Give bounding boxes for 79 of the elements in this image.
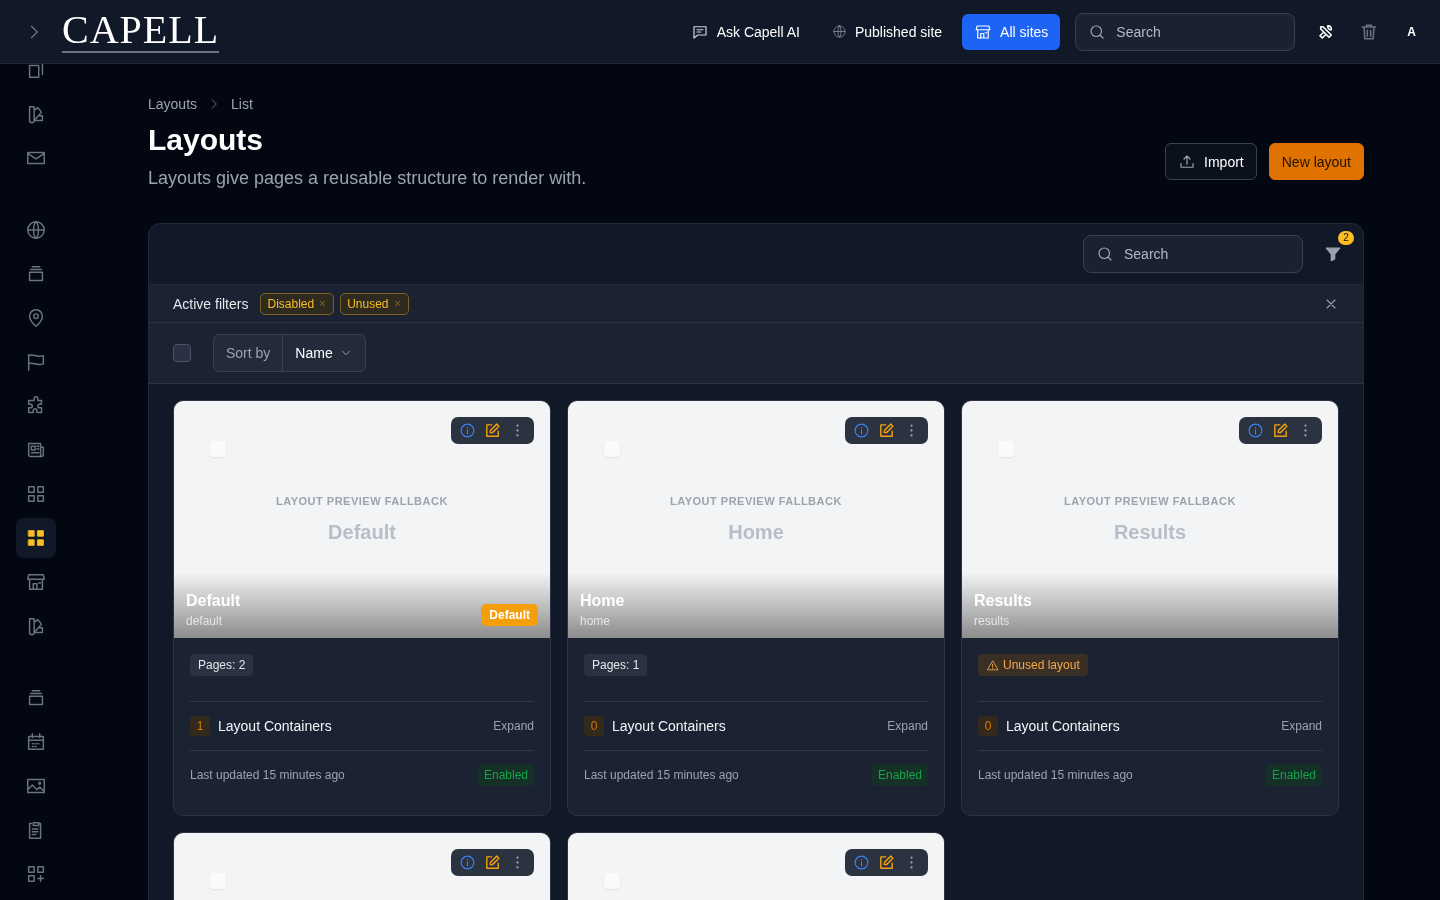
select-all-checkbox[interactable] [173, 344, 191, 362]
grid-icon [25, 483, 47, 505]
info-icon[interactable] [459, 854, 476, 871]
nav-button[interactable]: Ask Capell AI [678, 13, 812, 50]
containers-label: Layout Containers [218, 718, 332, 734]
preview-label: LAYOUT PREVIEW FALLBACK [276, 495, 448, 507]
page-subtitle: Layouts give pages a reusable structure to render with. [148, 168, 587, 189]
sort-value[interactable]: Name [283, 345, 339, 361]
info-icon[interactable] [459, 422, 476, 439]
pages-count-tag: Pages: 2 [190, 654, 254, 676]
status-badge: Enabled [871, 764, 928, 786]
pages-count-tag: Pages: 1 [584, 654, 648, 676]
active-filters-label: Active filters [173, 295, 249, 312]
preview-title: Results [1113, 521, 1187, 544]
sort-label: Sort by [214, 335, 284, 371]
filter-button[interactable]: 2 [1319, 230, 1355, 270]
search-input[interactable]: Search [1122, 241, 1290, 267]
layout-name: Default [186, 592, 242, 610]
warning-icon [986, 658, 999, 672]
sort-control[interactable]: Sort by Name [213, 334, 366, 372]
sidebar-item[interactable] [16, 518, 56, 558]
container-count-badge: 1 [190, 716, 210, 736]
last-updated-text: Last updated 15 minutes ago [584, 768, 739, 782]
edit-icon[interactable] [484, 854, 501, 871]
globe-icon [831, 24, 847, 39]
store-icon [974, 22, 993, 41]
calendar-icon [25, 731, 47, 753]
layout-name: Home [580, 592, 626, 610]
breadcrumb-link[interactable]: Layouts [148, 96, 198, 112]
last-updated-text: Last updated 15 minutes ago [978, 768, 1133, 782]
info-icon[interactable] [853, 422, 870, 439]
edit-icon[interactable] [1272, 422, 1289, 439]
search-field[interactable]: Search [1075, 12, 1296, 51]
layout-slug: results [974, 614, 1011, 628]
container-count-badge: 0 [584, 716, 604, 736]
status-badge: Enabled [1265, 764, 1322, 786]
filter-count-badge: 2 [1338, 231, 1354, 245]
default-badge: Default [481, 604, 538, 626]
container-count-badge: 0 [978, 716, 998, 736]
nav-button[interactable]: All sites [962, 13, 1061, 50]
layout-slug: default [186, 614, 224, 628]
status-badge: Enabled [477, 764, 534, 786]
new-layout-button[interactable]: New layout [1268, 143, 1364, 180]
containers-label: Layout Containers [1006, 718, 1120, 734]
edit-icon[interactable] [878, 854, 895, 871]
preview-label: LAYOUT PREVIEW FALLBACK [670, 495, 842, 507]
flag-icon [25, 351, 47, 373]
store-icon [25, 571, 47, 593]
search-field[interactable]: Search [1083, 235, 1303, 273]
layout-slug: home [580, 614, 612, 628]
last-updated-text: Last updated 15 minutes ago [190, 768, 345, 782]
page-title: Layouts [148, 122, 265, 158]
info-icon[interactable] [853, 854, 870, 871]
grid-icon [25, 527, 47, 549]
close-icon[interactable] [318, 299, 328, 308]
breadcrumb-link[interactable]: List [231, 96, 253, 112]
edit-icon[interactable] [878, 422, 895, 439]
preview-label: LAYOUT PREVIEW FALLBACK [1064, 495, 1236, 507]
expand-link[interactable]: Expand [887, 719, 928, 733]
layout-name: Results [974, 592, 1033, 610]
info-icon[interactable] [1247, 422, 1264, 439]
search-icon [1096, 245, 1114, 263]
logo[interactable]: CAPELL [62, 10, 220, 53]
preview-title: Home [728, 521, 784, 544]
preview-title: Default [328, 521, 396, 544]
filter-chip[interactable]: Unused [340, 292, 409, 315]
edit-icon[interactable] [484, 422, 501, 439]
globe-icon [25, 219, 47, 241]
containers-label: Layout Containers [612, 718, 726, 734]
nav-button[interactable]: Published site [819, 13, 955, 50]
grid-plus-icon [25, 863, 47, 885]
close-icon[interactable] [392, 299, 402, 308]
filter-chip[interactable]: Disabled [260, 292, 335, 315]
unused-layout-tag: Unused layout [978, 654, 1088, 676]
expand-link[interactable]: Expand [493, 719, 534, 733]
expand-link[interactable]: Expand [1281, 719, 1322, 733]
user-avatar[interactable]: A [1407, 24, 1416, 39]
search-input[interactable]: Search [1114, 18, 1283, 45]
import-button[interactable]: Import [1165, 143, 1257, 180]
